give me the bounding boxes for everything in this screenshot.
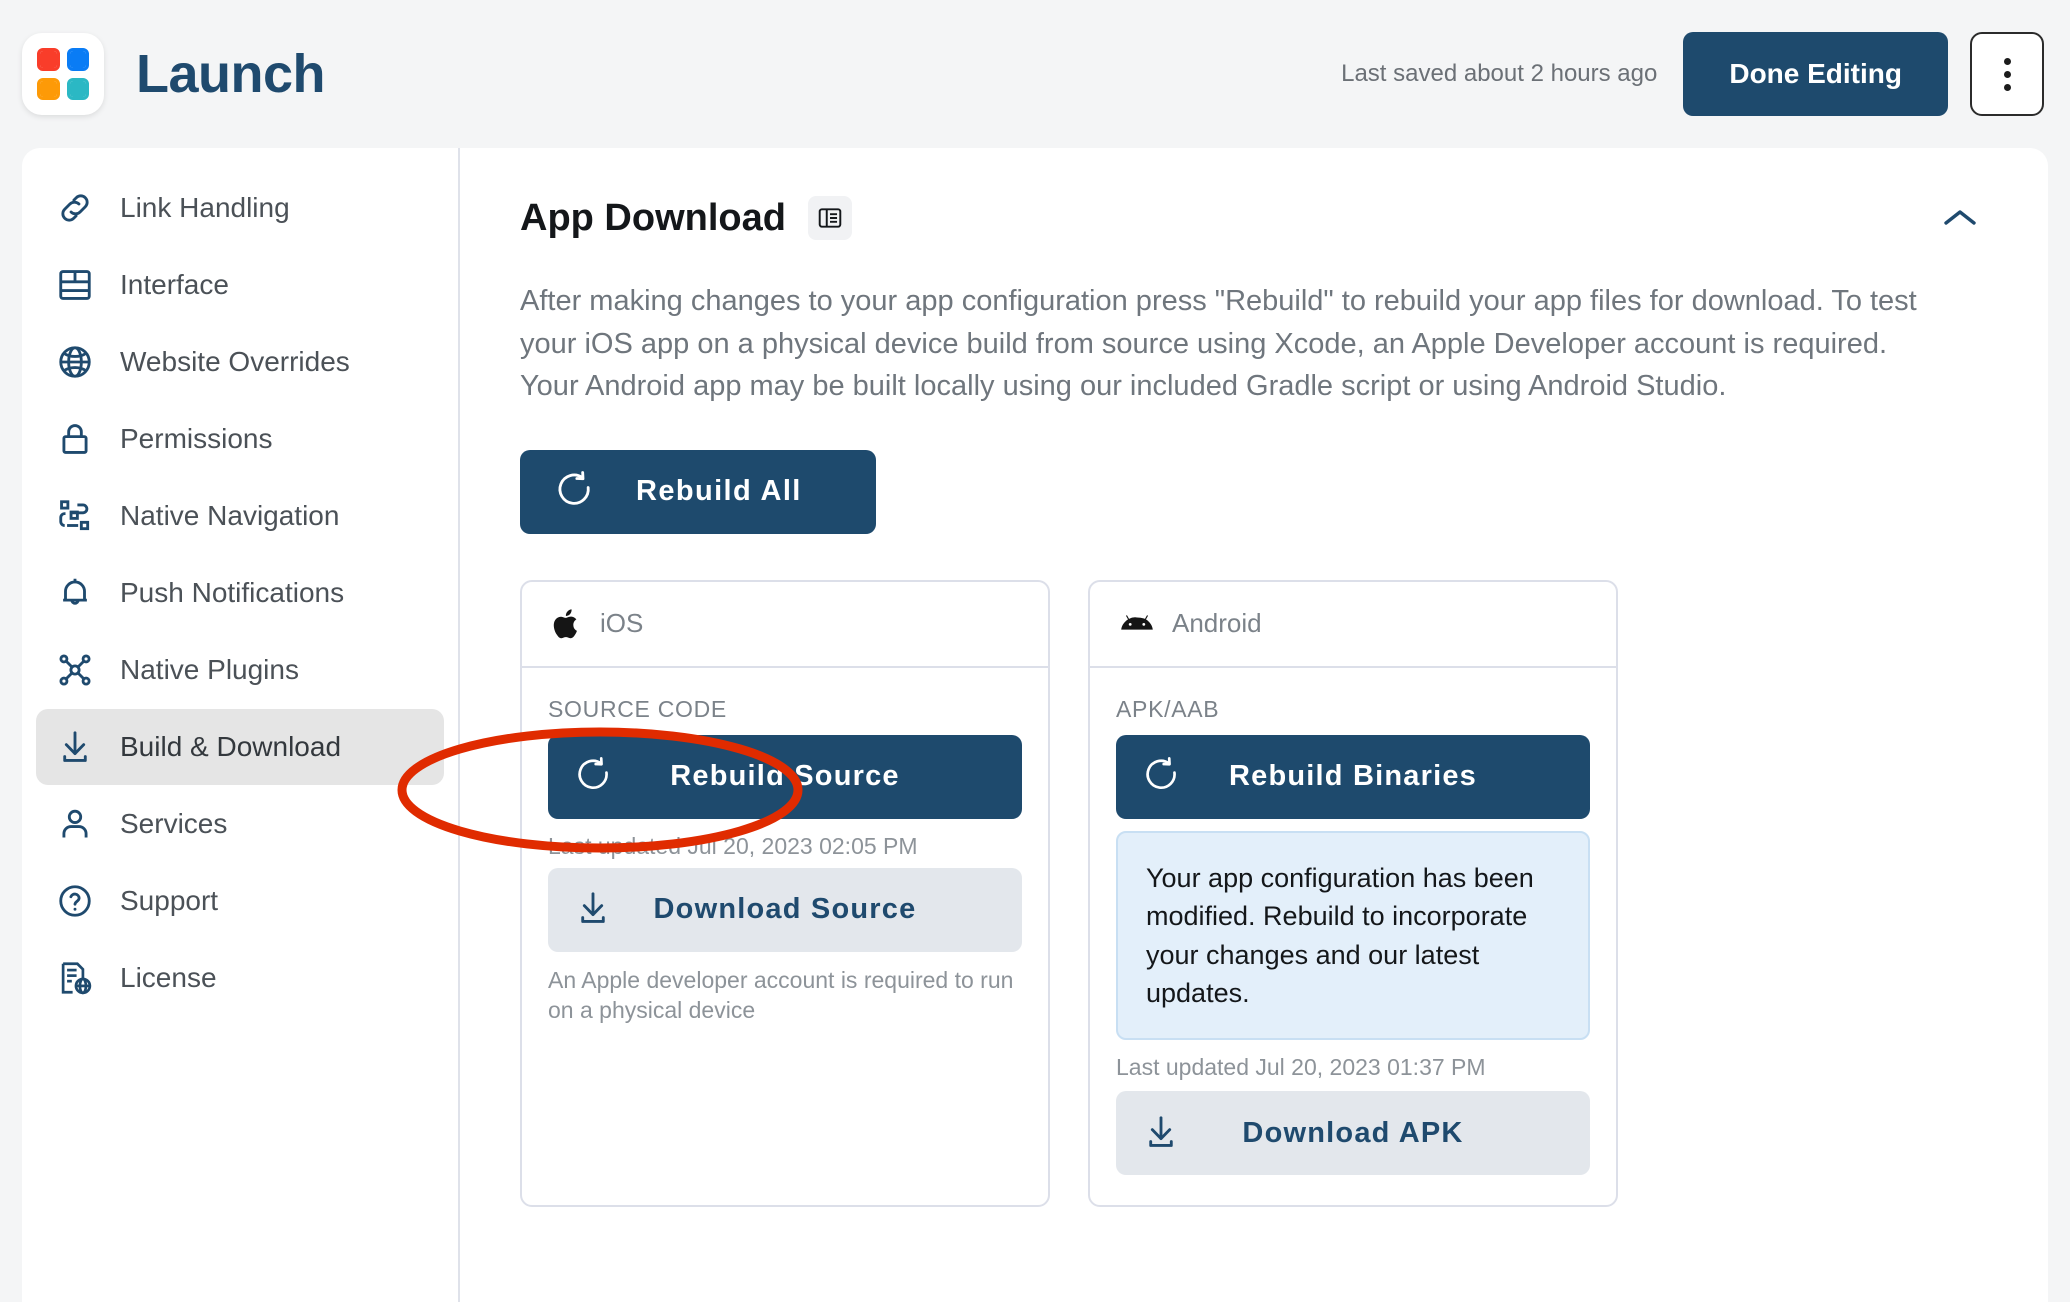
ios-card-body: SOURCE CODE Rebuild Source Last updated … — [522, 668, 1048, 1056]
question-circle-icon — [52, 882, 98, 920]
sidebar-item-license[interactable]: License — [36, 940, 444, 1016]
refresh-icon — [554, 470, 594, 513]
android-icon — [1120, 611, 1154, 637]
sidebar-item-label: Native Navigation — [120, 500, 340, 531]
main-panel: Link Handling Interface Website Overrides P… — [22, 148, 2048, 1302]
download-icon — [52, 728, 98, 766]
android-card: Android APK/AAB Rebuild Binaries Your ap… — [1088, 579, 1618, 1208]
sidebar-item-website-overrides[interactable]: Website Overrides — [36, 324, 444, 400]
download-source-label: Download Source — [653, 893, 917, 926]
sidebar-item-label: Interface — [120, 269, 229, 300]
sidebar-item-label: Support — [120, 885, 219, 916]
sidebar-item-label: Link Handling — [120, 192, 290, 223]
sidebar-item-label: Website Overrides — [120, 346, 350, 377]
done-editing-button[interactable]: Done Editing — [1683, 32, 1948, 116]
android-card-header: Android — [1090, 582, 1616, 668]
navigation-nodes-icon — [52, 497, 98, 535]
sidebar-item-label: Permissions — [120, 423, 273, 454]
sidebar-item-label: Build & Download — [120, 731, 342, 762]
overflow-menu-button[interactable] — [1970, 32, 2044, 116]
content-area: App Download After making changes to you… — [460, 148, 2048, 1302]
lock-icon — [52, 420, 98, 458]
license-document-icon — [52, 959, 98, 997]
android-apk-label: APK/AAB — [1116, 695, 1220, 722]
panel-docs-icon[interactable] — [807, 196, 852, 240]
rebuild-binaries-label: Rebuild Binaries — [1228, 760, 1478, 793]
sidebar-item-permissions[interactable]: Permissions — [36, 401, 444, 477]
platform-cards: iOS SOURCE CODE Rebuild Source Last upda… — [520, 579, 1990, 1208]
ios-source-label: SOURCE CODE — [548, 695, 727, 722]
user-icon — [52, 805, 98, 843]
top-bar-actions: Last saved about 2 hours ago Done Editin… — [1341, 32, 2044, 116]
android-card-body: APK/AAB Rebuild Binaries Your app config… — [1090, 668, 1616, 1205]
rebuild-source-label: Rebuild Source — [670, 760, 900, 793]
sidebar-item-support[interactable]: Support — [36, 863, 444, 939]
sidebar-item-native-navigation[interactable]: Native Navigation — [36, 478, 444, 554]
sidebar-item-label: Services — [120, 808, 228, 839]
ios-card-header: iOS — [522, 582, 1048, 668]
kebab-dot-icon — [2003, 83, 2011, 91]
sidebar-item-link-handling[interactable]: Link Handling — [36, 170, 444, 246]
globe-icon — [52, 343, 98, 381]
plugins-nodes-icon — [52, 651, 98, 689]
bell-icon — [52, 574, 98, 612]
last-saved-status: Last saved about 2 hours ago — [1341, 60, 1658, 87]
download-apk-label: Download APK — [1242, 1116, 1464, 1149]
sidebar-item-build-download[interactable]: Build & Download — [36, 709, 444, 785]
brand: Launch — [22, 33, 326, 115]
sidebar-item-interface[interactable]: Interface — [36, 247, 444, 323]
download-source-button[interactable]: Download Source — [548, 867, 1022, 952]
android-last-updated: Last updated Jul 20, 2023 01:37 PM — [1116, 1054, 1486, 1081]
section-description: After making changes to your app configu… — [520, 285, 1917, 403]
sidebar: Link Handling Interface Website Overrides P… — [22, 148, 460, 1302]
sidebar-item-label: Native Plugins — [120, 654, 299, 685]
chevron-up-icon[interactable] — [1930, 188, 1990, 248]
sidebar-item-services[interactable]: Services — [36, 786, 444, 862]
link-icon — [52, 189, 98, 227]
rebuild-all-button[interactable]: Rebuild All — [520, 449, 876, 534]
apple-icon — [552, 607, 582, 641]
page-title: App Download — [520, 196, 786, 239]
sidebar-item-native-plugins[interactable]: Native Plugins — [36, 632, 444, 708]
section-header: App Download — [520, 186, 1990, 250]
rebuild-all-label: Rebuild All — [636, 475, 802, 508]
ios-card: iOS SOURCE CODE Rebuild Source Last upda… — [520, 579, 1050, 1208]
brand-name: Launch — [136, 44, 326, 104]
ios-platform-name: iOS — [600, 608, 644, 639]
android-platform-name: Android — [1172, 608, 1262, 639]
download-apk-button[interactable]: Download APK — [1116, 1091, 1590, 1176]
rebuild-source-button[interactable]: Rebuild Source — [548, 734, 1022, 819]
ios-last-updated: Last updated Jul 20, 2023 02:05 PM — [548, 832, 918, 859]
android-config-notice: Your app configuration has been modified… — [1116, 830, 1590, 1041]
sidebar-item-push-notifications[interactable]: Push Notifications — [36, 555, 444, 631]
kebab-dot-icon — [2003, 57, 2011, 65]
kebab-dot-icon — [2003, 70, 2011, 78]
ios-download-hint: An Apple developer account is required t… — [548, 966, 1014, 1023]
sidebar-item-label: License — [120, 962, 217, 993]
sidebar-item-label: Push Notifications — [120, 577, 345, 608]
layout-icon — [52, 266, 98, 304]
top-bar: Launch Last saved about 2 hours ago Done… — [0, 0, 2070, 148]
rebuild-binaries-button[interactable]: Rebuild Binaries — [1116, 734, 1590, 819]
launch-logo-icon — [22, 33, 104, 115]
